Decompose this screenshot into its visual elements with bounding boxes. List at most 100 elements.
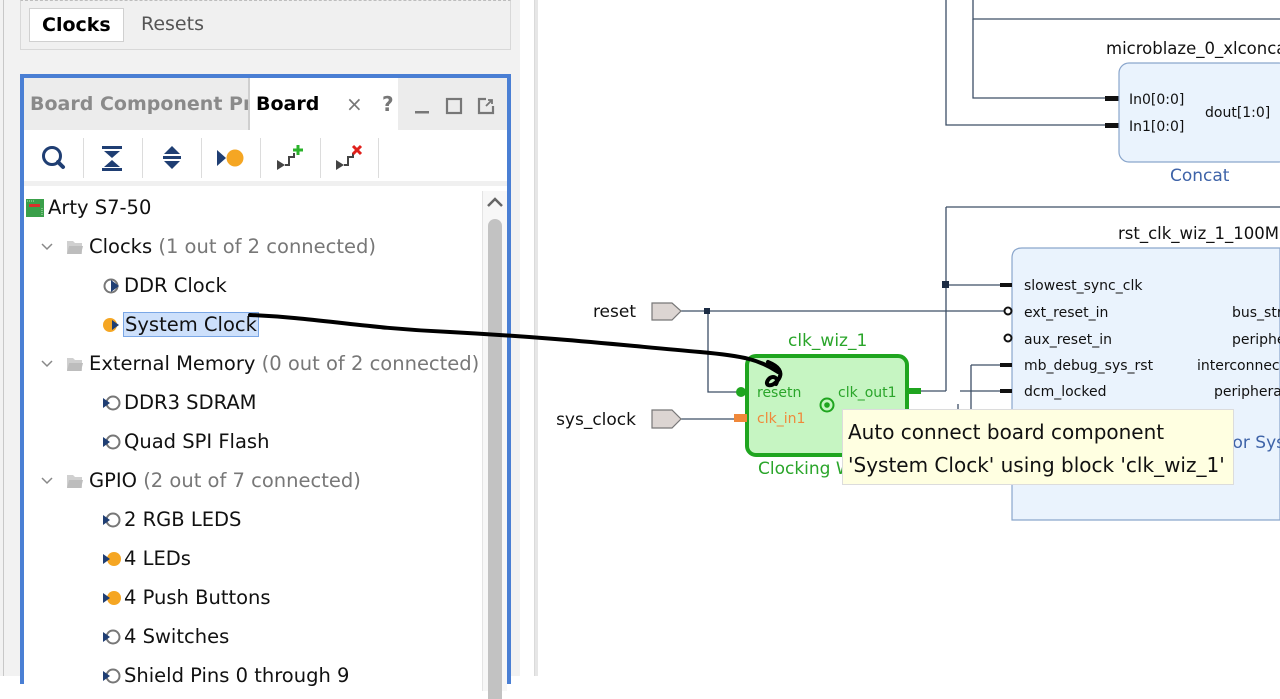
pin-clk-out1 <box>907 388 921 394</box>
search-icon[interactable] <box>36 140 72 176</box>
board-toolbar <box>24 130 507 186</box>
unconnected-status-icon <box>103 629 121 645</box>
toolbar-separator <box>320 138 321 178</box>
group-label: GPIO <box>89 469 137 492</box>
toolbar-separator <box>83 138 84 178</box>
item-label: 2 RGB LEDS <box>124 508 242 531</box>
rst-pin-interconnect-aresetn: interconnect_aresetn <box>1197 358 1280 374</box>
tree-item-shield-pins[interactable]: Shield Pins 0 through 9 <box>102 661 349 691</box>
folder-icon <box>67 241 83 254</box>
connected-status-icon <box>103 591 121 605</box>
item-label: DDR3 SDRAM <box>124 391 257 414</box>
tooltip-line-2: 'System Clock' using block 'clk_wiz_1' <box>848 453 1225 477</box>
port-reset-label: reset <box>593 302 636 322</box>
toolbar-separator <box>201 138 202 178</box>
tab-clocks[interactable]: Clocks <box>29 8 124 42</box>
item-label: DDR Clock <box>124 274 227 297</box>
tree-group-external-memory[interactable]: External Memory (0 out of 2 connected) <box>40 349 479 379</box>
tree-item-quad-spi-flash[interactable]: Quad SPI Flash <box>102 427 269 457</box>
board-tree: Arty S7-50 Clocks (1 out of 2 connected)… <box>24 191 482 691</box>
wire-junction <box>704 308 710 314</box>
collapse-all-icon[interactable] <box>94 140 130 176</box>
tree-group-clocks[interactable]: Clocks (1 out of 2 connected) <box>40 232 376 262</box>
rst-pin-aux-reset-in: aux_reset_in <box>1024 332 1112 348</box>
pin-stub <box>1000 363 1012 367</box>
rst-instance-name: rst_clk_wiz_1_100M <box>1118 224 1279 244</box>
tree-item-4-switches[interactable]: 4 Switches <box>102 622 229 652</box>
pin-in0 <box>1105 96 1119 101</box>
rst-pin-peripheral-aresetn: peripheral_aresetn <box>1214 384 1280 400</box>
wire-junction <box>942 281 949 288</box>
float-window-icon[interactable] <box>476 96 496 116</box>
tree-item-ddr-clock[interactable]: DDR Clock <box>102 271 227 301</box>
item-label: 4 Switches <box>124 625 230 648</box>
tooltip: Auto connect board component 'System Clo… <box>842 409 1234 485</box>
maximize-icon[interactable] <box>444 96 464 116</box>
tree-root-arty[interactable]: Arty S7-50 <box>26 193 151 223</box>
tab-board-component-properties[interactable]: Board Component Pr <box>30 78 250 130</box>
connected-status-icon <box>103 318 119 332</box>
unconnected-status-icon <box>103 512 121 528</box>
concat-pin-dout: dout[1:0] <box>1205 105 1270 121</box>
clk-wiz-pin-clk-out1: clk_out1 <box>838 385 897 401</box>
expand-all-icon[interactable] <box>154 140 190 176</box>
tree-vertical-scrollbar[interactable] <box>482 191 507 699</box>
item-label: 4 LEDs <box>124 547 191 570</box>
help-icon[interactable]: ? <box>382 92 394 116</box>
tree-item-2-rgb-leds[interactable]: 2 RGB LEDS <box>102 505 241 535</box>
tree-item-4-push-buttons[interactable]: 4 Push Buttons <box>102 583 271 613</box>
scrollbar-thumb[interactable] <box>488 219 502 699</box>
port-reset-shape[interactable] <box>651 302 682 321</box>
tree-item-system-clock[interactable]: System Clock <box>102 310 259 340</box>
chevron-down-icon[interactable] <box>40 349 54 379</box>
unconnected-status-icon <box>103 668 121 684</box>
concat-pin-in0: In0[0:0] <box>1129 92 1184 108</box>
wire <box>707 311 738 393</box>
tree-item-ddr3-sdram[interactable]: DDR3 SDRAM <box>102 388 257 418</box>
group-count: (1 out of 2 connected) <box>158 235 377 258</box>
pin-resetn-bubble <box>736 387 746 397</box>
group-label: External Memory <box>89 352 256 375</box>
group-count: (0 out of 2 connected) <box>261 352 480 375</box>
tree-group-gpio[interactable]: GPIO (2 out of 7 connected) <box>40 466 361 496</box>
unconnected-status-icon <box>103 395 121 411</box>
scroll-up-icon[interactable] <box>486 195 504 209</box>
wire <box>972 19 1110 99</box>
add-connection-icon[interactable] <box>272 140 308 176</box>
left-edge-border <box>3 0 4 676</box>
tree-item-4-leds[interactable]: 4 LEDs <box>102 544 191 574</box>
pin-clk-in1 <box>734 414 747 422</box>
pin-stub <box>1000 283 1012 287</box>
tree-root-label: Arty S7-50 <box>48 196 152 219</box>
tooltip-line-1: Auto connect board component <box>848 420 1165 444</box>
chevron-down-icon[interactable] <box>40 232 54 262</box>
group-count: (2 out of 7 connected) <box>143 469 361 492</box>
clock-symbol-icon-dot <box>824 402 830 408</box>
rst-pin-ext-reset-in: ext_reset_in <box>1024 305 1108 321</box>
folder-icon <box>67 475 83 488</box>
pin-stub <box>1000 389 1012 393</box>
tab-resets[interactable]: Resets <box>129 8 216 42</box>
rst-pin-dcm-locked: dcm_locked <box>1024 384 1106 400</box>
item-label-selected: System Clock <box>123 312 259 337</box>
clock-reset-tab-strip: Clocks Resets <box>20 0 511 50</box>
group-label: Clocks <box>89 235 153 258</box>
tab-board-label: Board <box>256 93 320 115</box>
tab-board[interactable]: Board <box>248 78 398 130</box>
half-connected-status-icon <box>103 278 119 294</box>
connect-board-component-icon[interactable] <box>212 140 248 176</box>
port-sys-clock-shape[interactable] <box>651 409 682 429</box>
minimize-icon[interactable] <box>412 96 432 116</box>
block-design-canvas[interactable]: microblaze_0_xlconcat In0[0:0] In1[0:0] … <box>538 0 1280 676</box>
rst-pin-slowest-sync-clk: slowest_sync_clk <box>1024 278 1143 294</box>
board-panel: Board Component Pr Board × ? Arty S7-50 <box>20 74 511 699</box>
remove-connection-icon[interactable] <box>331 140 367 176</box>
board-icon <box>26 199 44 217</box>
rst-pin-peripheral-reset: peripheral_reset <box>1232 332 1280 348</box>
close-tab-icon[interactable]: × <box>346 78 363 130</box>
port-sys-clock-label: sys_clock <box>556 410 636 430</box>
chevron-down-icon[interactable] <box>40 466 54 496</box>
clk-wiz-instance-name: clk_wiz_1 <box>788 331 867 351</box>
connected-status-icon <box>103 552 121 566</box>
item-label: 4 Push Buttons <box>124 586 271 609</box>
